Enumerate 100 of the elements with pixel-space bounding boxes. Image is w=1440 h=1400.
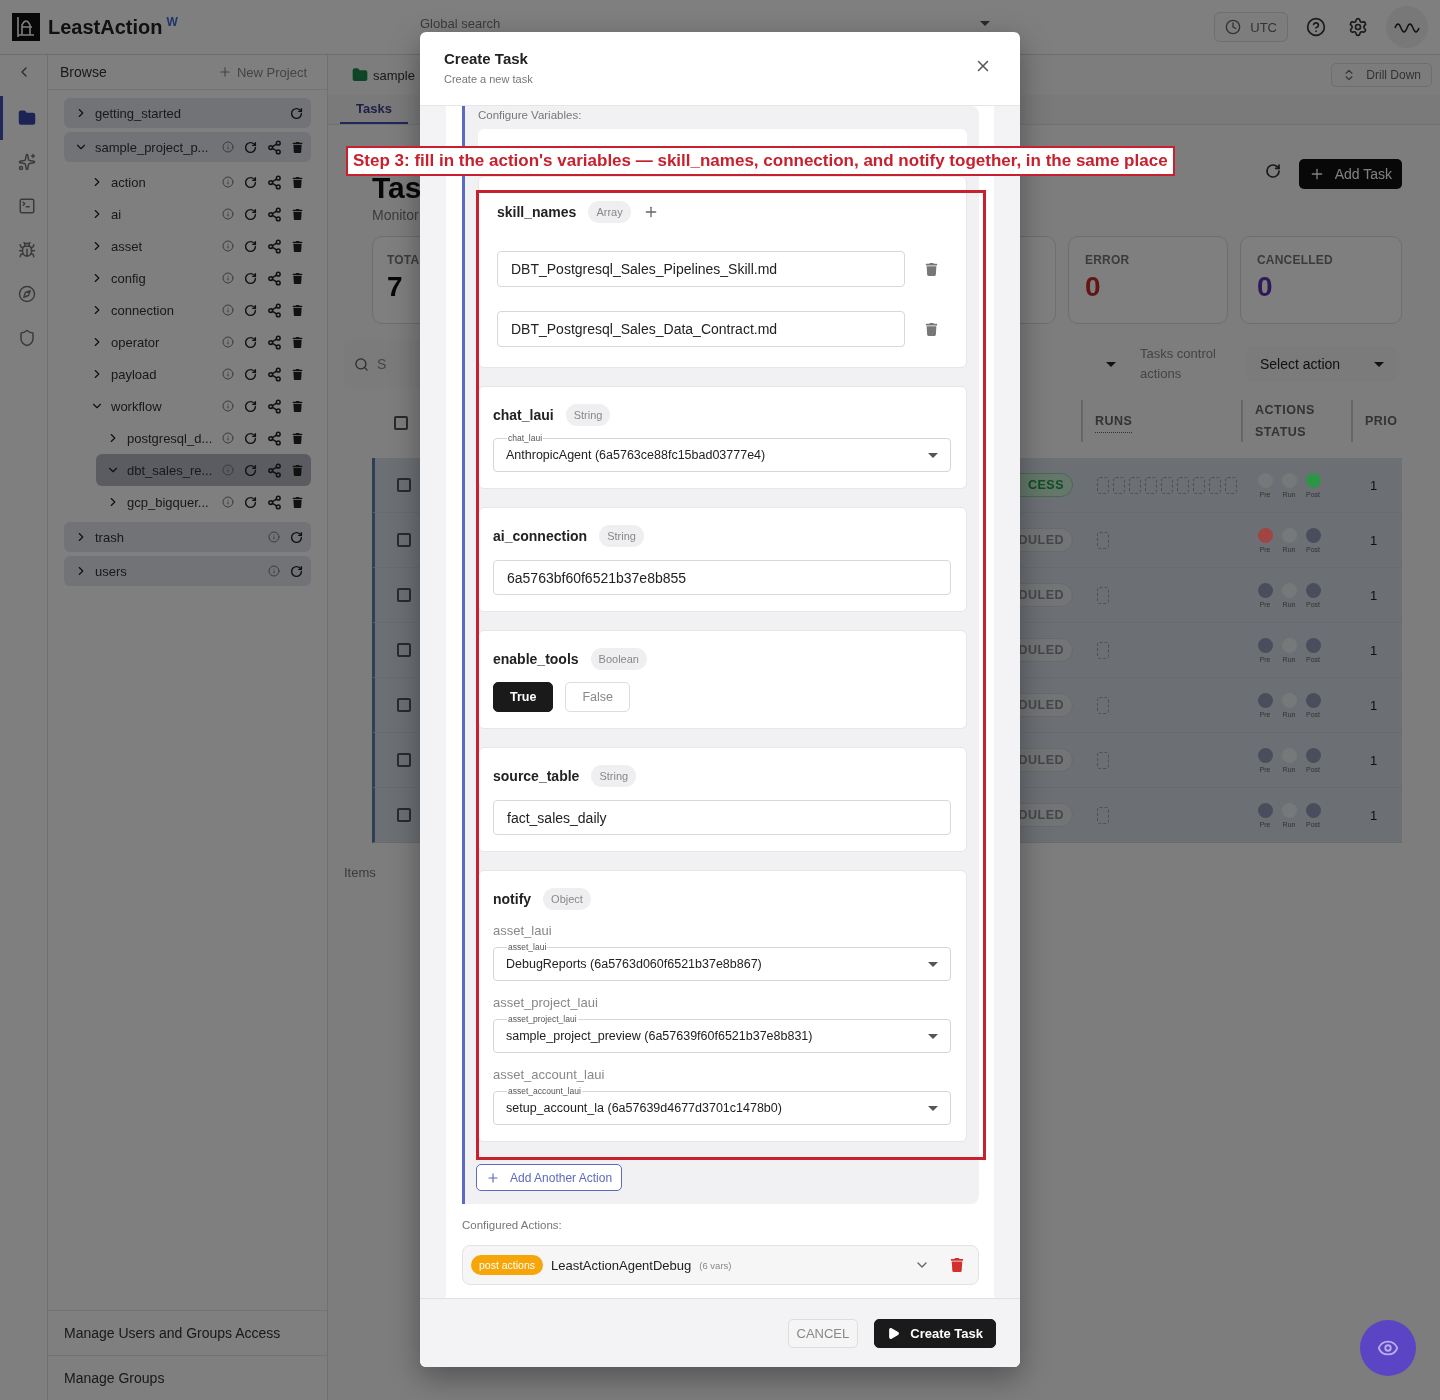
refresh-icon[interactable] [244,271,257,285]
trash-icon[interactable] [292,208,303,220]
trash-icon[interactable] [950,1258,964,1272]
refresh-icon[interactable] [244,495,257,509]
trash-icon[interactable] [292,464,303,476]
control-label: Tasks control actions [1140,345,1217,383]
tab[interactable]: Tasks [340,95,408,124]
tree-item[interactable]: workflow [80,390,311,422]
tree-item[interactable]: gcp_bigquer... [96,486,311,518]
select-field[interactable]: asset_laui DebugReports (6a5763d060f6521b37e8b867) [493,942,951,981]
share-icon[interactable] [267,366,282,382]
column-header: RUNS [1095,409,1133,433]
text-field[interactable]: DBT_Postgresql_Sales_Data_Contract.md [497,311,905,347]
checkbox[interactable] [397,808,411,822]
refresh-icon[interactable] [244,399,257,413]
delete-button[interactable] [925,322,938,336]
trash-icon[interactable] [292,176,303,188]
tree-item[interactable]: connection [80,294,311,326]
trash-icon[interactable] [292,272,303,284]
sidebar-link[interactable]: Manage Groups [48,1355,327,1400]
share-icon[interactable] [267,494,282,510]
tree-item[interactable]: users [64,556,311,586]
add-action-button[interactable]: Add Another Action [476,1164,623,1191]
refresh-icon[interactable] [244,239,257,253]
tree-item[interactable]: postgresql_d... [96,422,311,454]
section-label: Configure Variables: [478,108,583,123]
refresh-icon[interactable] [244,303,257,317]
share-icon[interactable] [267,206,282,222]
create-button[interactable]: Create Task [874,1318,996,1348]
drill-down-button[interactable]: Drill Down [1331,63,1432,87]
stat-value: 0 [1257,271,1274,303]
timezone-button[interactable]: UTC [1214,12,1288,42]
checkbox[interactable] [397,478,411,492]
share-icon[interactable] [267,174,282,190]
select-field[interactable]: asset_account_laui setup_account_la (6a57639d4677d3701c1478b0) [493,1086,951,1125]
share-icon[interactable] [267,238,282,254]
trash-icon[interactable] [292,304,303,316]
dropdown-caret-icon [928,1033,938,1039]
trash-icon[interactable] [292,368,303,380]
refresh-icon[interactable] [244,175,257,189]
refresh-icon[interactable] [290,106,303,120]
trash-icon[interactable] [292,496,303,508]
refresh-icon[interactable] [244,431,257,445]
trash-icon[interactable] [292,141,303,153]
share-icon[interactable] [267,430,282,446]
cancel-button[interactable]: CANCEL [787,1318,859,1348]
share-icon[interactable] [267,270,282,286]
text-field[interactable]: fact_sales_daily [493,800,951,835]
tree-item[interactable]: payload [80,358,311,390]
refresh-icon[interactable] [244,463,257,477]
trash-icon[interactable] [292,400,303,412]
share-icon[interactable] [267,334,282,350]
refresh-icon[interactable] [244,140,257,154]
tree-item[interactable]: action [80,166,311,198]
sidebar-link[interactable]: Manage Users and Groups Access [48,1310,327,1355]
toggle-option[interactable]: False [565,682,630,712]
text-field[interactable]: 6a5763bf60f6521b37e8b855 [493,560,951,595]
refresh-icon[interactable] [244,207,257,221]
share-icon[interactable] [267,139,282,155]
share-icon[interactable] [267,462,282,478]
select-field[interactable]: asset_project_laui sample_project_preview (6a57639f60f6521b37e8b831) [493,1014,951,1053]
tree-item[interactable]: getting_started [64,98,311,128]
refresh-icon[interactable] [290,564,303,578]
refresh-icon[interactable] [290,530,303,544]
action-name: LeastActionAgentDebug [551,1257,692,1273]
activity-button[interactable] [1386,6,1428,48]
trash-icon[interactable] [292,336,303,348]
type-tag: Object [543,888,591,910]
checkbox[interactable] [397,753,411,767]
tree-item[interactable]: trash [64,522,311,552]
text-field[interactable]: DBT_Postgresql_Sales_Pipelines_Skill.md [497,251,905,287]
select-field[interactable]: chat_laui AnthropicAgent (6a5763ce88fc15bad03777e4) [493,433,951,472]
tree-item[interactable]: ai [80,198,311,230]
tree-item[interactable]: dbt_sales_re... [96,454,311,486]
checkbox[interactable] [397,533,411,547]
checkbox[interactable] [397,643,411,657]
tree-item[interactable]: sample_project_p... [64,132,311,162]
refresh-icon[interactable] [244,367,257,381]
tree-item[interactable]: operator [80,326,311,358]
configured-action[interactable]: post actions LeastActionAgentDebug (6 vars) [462,1245,979,1285]
trash-icon[interactable] [292,240,303,252]
type-tag: String [591,765,637,787]
new-project-button[interactable]: New Project [211,63,313,81]
run-placeholder-icon [1097,806,1109,824]
breadcrumb[interactable]: sample [373,67,415,83]
checkbox[interactable] [397,698,411,712]
trash-icon[interactable] [292,432,303,444]
add-task-button[interactable]: Add Task [1298,159,1402,189]
checkbox[interactable] [394,416,408,430]
search-field[interactable]: Global search [410,15,1000,31]
share-icon[interactable] [267,302,282,318]
checkbox[interactable] [397,588,411,602]
delete-button[interactable] [925,262,938,276]
toggle-option[interactable]: True [493,682,554,712]
share-icon[interactable] [267,398,282,414]
page-subtitle: Monitor [372,207,420,223]
refresh-icon[interactable] [244,335,257,349]
dropdown-caret-icon [928,961,938,967]
tree-item[interactable]: config [80,262,311,294]
tree-item[interactable]: asset [80,230,311,262]
